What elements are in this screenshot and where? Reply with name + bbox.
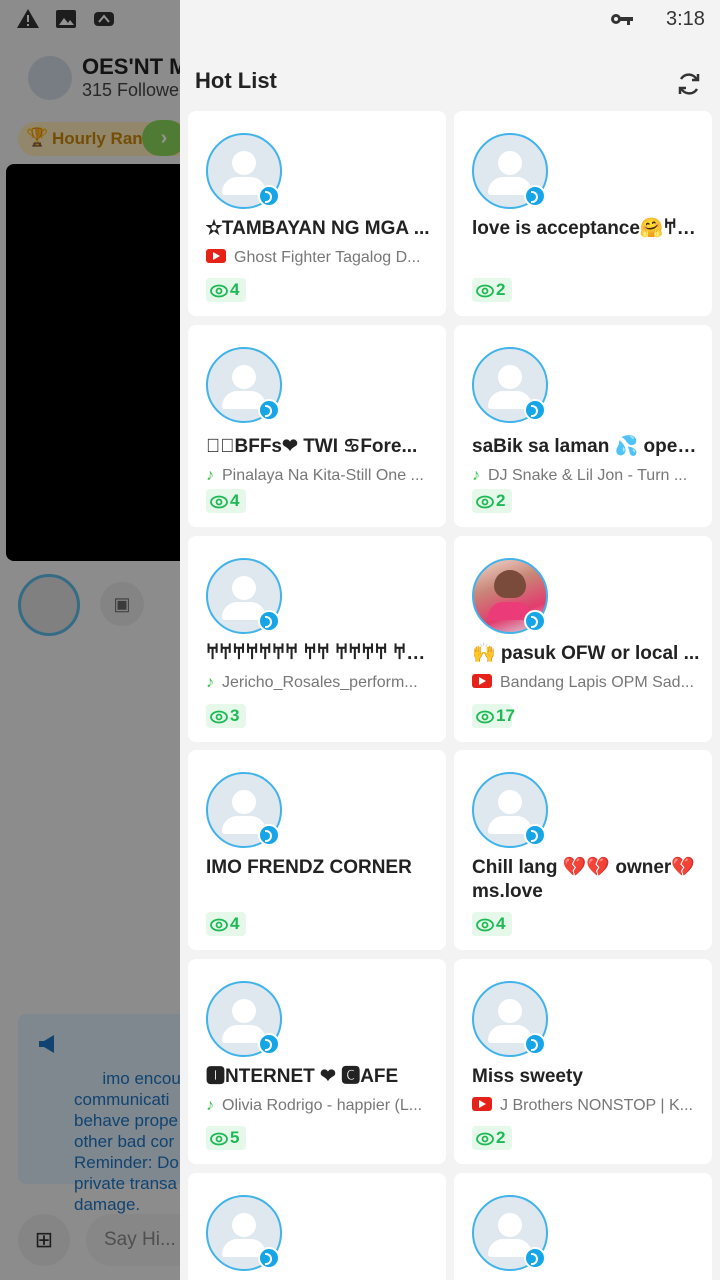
refresh-icon[interactable] <box>675 70 703 98</box>
room-now-playing: Bandang Lapis OPM Sad... <box>472 672 702 694</box>
eye-icon <box>210 495 228 509</box>
now-playing-text: Ghost Fighter Tagalog D... <box>234 249 421 266</box>
room-card[interactable]: 🙌 pasuk OFW or local ... Bandang Lapis OP… <box>454 536 712 742</box>
voice-badge-icon <box>524 610 546 632</box>
now-playing-text: Jericho_Rosales_perform... <box>222 674 418 691</box>
room-name: saBik sa laman 💦 openmin... <box>472 436 700 457</box>
voice-badge-icon <box>258 610 280 632</box>
room-name: love is acceptance🤗𐀀𐀀𐀀 <box>472 218 700 239</box>
room-name: 🅸NTERNET ❤ 🅲AFE <box>206 1066 399 1087</box>
eye-icon <box>476 918 494 932</box>
now-playing-text: Olivia Rodrigo - happier (L... <box>222 1097 423 1114</box>
now-playing-text: Pinalaya Na Kita-Still One ... <box>222 467 424 484</box>
eye-icon <box>476 710 494 724</box>
room-card[interactable] <box>454 1173 712 1280</box>
room-name: ✫⃝BFFs❤ TWI ♋︎Fore... <box>206 436 418 457</box>
now-playing-text: J Brothers NONSTOP | K... <box>500 1097 693 1114</box>
eye-icon <box>210 284 228 298</box>
voice-badge-icon <box>524 824 546 846</box>
viewer-count: 17 <box>472 704 515 728</box>
viewer-count: 5 <box>206 1126 246 1150</box>
hot-list-title: Hot List <box>195 68 277 93</box>
viewer-count-value: 17 <box>496 706 515 725</box>
room-card[interactable]: IMO FRENDZ CORNER 4 <box>188 750 446 950</box>
viewer-count-value: 2 <box>496 1128 506 1147</box>
eye-icon <box>476 284 494 298</box>
music-note-icon: ♪ <box>206 674 214 691</box>
viewer-count-value: 4 <box>230 914 240 933</box>
voice-badge-icon <box>524 1033 546 1055</box>
status-bar: 3:18 <box>180 0 720 38</box>
viewer-count: 2 <box>472 489 512 513</box>
viewer-count: 4 <box>206 489 246 513</box>
youtube-icon <box>472 674 492 688</box>
voice-badge-icon <box>258 824 280 846</box>
viewer-count-value: 2 <box>496 491 506 510</box>
room-name: 𐀀𐀀𐀀𐀀𐀀𐀀𐀀 𐀀𐀀 𐀀𐀀𐀀𐀀 𐀀𐀀𐀀𐀀❤ ❤ <box>206 643 434 664</box>
room-card[interactable] <box>188 1173 446 1280</box>
room-name: 🙌 pasuk OFW or local ... <box>472 643 700 664</box>
room-name: Miss sweety <box>472 1066 583 1087</box>
room-now-playing: ♪ Pinalaya Na Kita-Still One ... <box>206 465 436 487</box>
youtube-icon <box>472 1097 492 1111</box>
room-now-playing: ♪ Jericho_Rosales_perform... <box>206 672 436 694</box>
room-now-playing: ♪ DJ Snake & Lil Jon - Turn ... <box>472 465 702 487</box>
room-card[interactable]: love is acceptance🤗𐀀𐀀𐀀 2 <box>454 111 712 316</box>
room-name: IMO FRENDZ CORNER <box>206 857 412 878</box>
viewer-count-value: 4 <box>230 491 240 510</box>
room-card[interactable]: Miss sweety J Brothers NONSTOP | K... 2 <box>454 959 712 1164</box>
hot-list-drawer: 3:18 Hot List ✫TAMBAYAN NG MGA ... Ghost … <box>180 0 720 1280</box>
eye-icon <box>476 495 494 509</box>
music-note-icon: ♪ <box>206 1097 214 1114</box>
eye-icon <box>476 1132 494 1146</box>
status-time: 3:18 <box>666 8 705 30</box>
voice-badge-icon <box>524 185 546 207</box>
viewer-count-value: 5 <box>230 1128 240 1147</box>
room-card[interactable]: ✫⃝BFFs❤ TWI ♋︎Fore... ♪ Pinalaya Na Kita-S… <box>188 325 446 527</box>
room-name: Chill lang 💔💔 owner💔 ms.love <box>472 857 695 902</box>
now-playing-text: DJ Snake & Lil Jon - Turn ... <box>488 467 688 484</box>
viewer-count-value: 4 <box>230 280 240 299</box>
room-card[interactable]: 🅸NTERNET ❤ 🅲AFE ♪ Olivia Rodrigo - happier… <box>188 959 446 1164</box>
eye-icon <box>210 1132 228 1146</box>
room-card[interactable]: Chill lang 💔💔 owner💔 ms.love 4 <box>454 750 712 950</box>
room-card[interactable]: ✫TAMBAYAN NG MGA ... Ghost Fighter Tagalo… <box>188 111 446 316</box>
room-now-playing: J Brothers NONSTOP | K... <box>472 1095 702 1117</box>
eye-icon <box>210 918 228 932</box>
viewer-count-value: 2 <box>496 280 506 299</box>
room-now-playing: ♪ Olivia Rodrigo - happier (L... <box>206 1095 436 1117</box>
viewer-count: 3 <box>206 704 246 728</box>
viewer-count: 4 <box>206 912 246 936</box>
voice-badge-icon <box>258 1247 280 1269</box>
viewer-count-value: 3 <box>230 706 240 725</box>
viewer-count-value: 4 <box>496 914 506 933</box>
room-name: ✫TAMBAYAN NG MGA ... <box>206 218 430 239</box>
voice-badge-icon <box>524 1247 546 1269</box>
music-note-icon: ♪ <box>472 467 480 484</box>
voice-badge-icon <box>258 399 280 421</box>
now-playing-text: Bandang Lapis OPM Sad... <box>500 674 694 691</box>
music-note-icon: ♪ <box>206 467 214 484</box>
viewer-count: 4 <box>472 912 512 936</box>
room-card[interactable]: saBik sa laman 💦 openmin... ♪ DJ Snake & L… <box>454 325 712 527</box>
voice-badge-icon <box>258 1033 280 1055</box>
room-now-playing: Ghost Fighter Tagalog D... <box>206 247 436 269</box>
room-card[interactable]: 𐀀𐀀𐀀𐀀𐀀𐀀𐀀 𐀀𐀀 𐀀𐀀𐀀𐀀 𐀀𐀀𐀀𐀀❤ ❤ ♪ Jericho_Rosales_… <box>188 536 446 742</box>
voice-badge-icon <box>258 185 280 207</box>
key-icon <box>611 14 633 25</box>
viewer-count: 2 <box>472 278 512 302</box>
voice-badge-icon <box>524 399 546 421</box>
eye-icon <box>210 710 228 724</box>
youtube-icon <box>206 249 226 263</box>
viewer-count: 2 <box>472 1126 512 1150</box>
viewer-count: 4 <box>206 278 246 302</box>
